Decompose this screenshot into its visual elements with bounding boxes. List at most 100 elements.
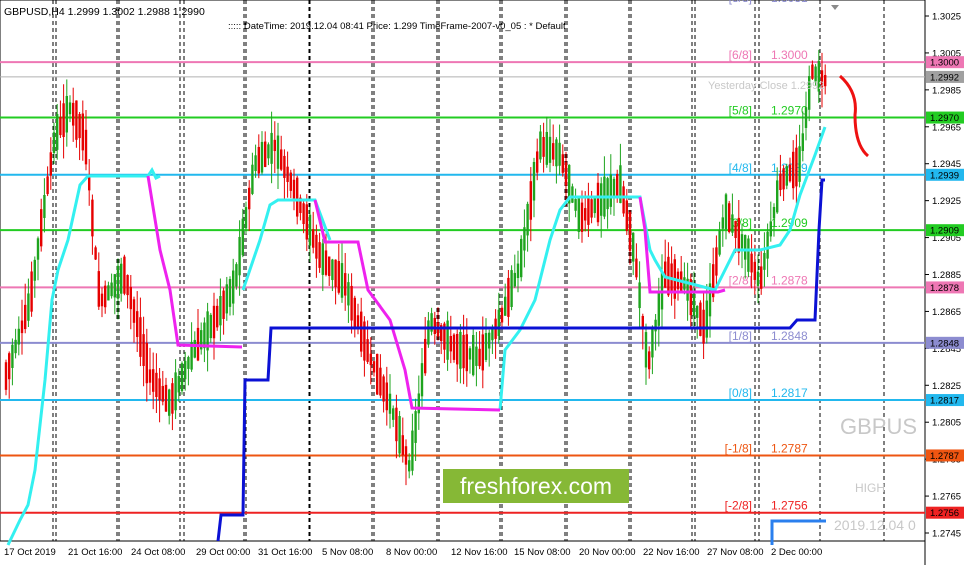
- candle-body: [744, 234, 747, 260]
- time-tick-label: 22 Nov 16:00: [643, 547, 700, 558]
- candle-body: [321, 243, 324, 275]
- candle-body: [782, 168, 785, 190]
- candle-body: [104, 285, 107, 308]
- candle-body: [692, 292, 696, 317]
- candle-body: [376, 353, 379, 395]
- candle-body: [564, 162, 568, 186]
- level-name: [5/8]: [729, 104, 752, 118]
- candle-body: [766, 231, 769, 259]
- candle-body: [129, 286, 132, 310]
- candle-body: [392, 408, 395, 420]
- candle-body: [366, 339, 369, 362]
- date-watermark: 2019.12.04 0: [834, 517, 916, 533]
- candle-body: [721, 217, 724, 229]
- candle-body: [276, 135, 280, 169]
- candle-body: [571, 186, 574, 203]
- candle-body: [747, 238, 750, 272]
- level-value: 1.2756: [771, 499, 808, 513]
- candle-body: [302, 203, 305, 225]
- yesterday-close-label: Yesterday Close 1.2992: [708, 80, 824, 92]
- candle-body: [625, 200, 628, 231]
- candle-body: [187, 357, 190, 369]
- candle-body: [606, 178, 609, 210]
- candle-body: [504, 296, 507, 316]
- candle-body: [616, 174, 619, 196]
- candle-body: [267, 144, 270, 159]
- candle-body: [414, 411, 417, 443]
- candle-body: [788, 164, 792, 182]
- level-price-tag-label: 1.2878: [930, 283, 959, 294]
- level-price-tag-label: 1.2939: [930, 170, 959, 181]
- candle-body: [100, 293, 104, 307]
- candle-body: [193, 339, 196, 358]
- candle-body: [340, 263, 344, 298]
- candle-body: [52, 132, 56, 154]
- candle-body: [523, 227, 526, 251]
- candle-body: [632, 232, 635, 262]
- candle-body: [315, 234, 318, 259]
- level-price-tag-label: 1.2756: [930, 508, 959, 519]
- candle-body: [68, 102, 72, 115]
- candle-body: [296, 177, 299, 217]
- candle-body: [212, 305, 216, 339]
- candle-body: [142, 334, 145, 366]
- time-tick-label: 24 Oct 08:00: [131, 547, 185, 558]
- candle-body: [478, 348, 481, 367]
- candle-body: [417, 393, 420, 414]
- candle-body: [398, 416, 401, 454]
- price-tick-label: 1.2925: [932, 196, 961, 207]
- candle-body: [180, 363, 184, 392]
- time-axis: 17 Oct 2019 21 Oct 16:00 24 Oct 08:00 29 Oc…: [4, 547, 822, 558]
- price-tick-label: 1.2825: [932, 381, 961, 392]
- candle-body: [731, 214, 734, 233]
- level-price-tag-label: 1.2817: [930, 396, 959, 407]
- current-price-tag-label: 1.2992: [930, 72, 959, 83]
- time-tick-label: 20 Nov 00:00: [579, 547, 636, 558]
- candle-body: [459, 331, 462, 369]
- candle-body: [4, 362, 8, 390]
- candle-body: [289, 172, 292, 191]
- candle-body: [40, 209, 43, 247]
- candle-body: [84, 129, 88, 165]
- candle-body: [148, 369, 152, 383]
- level-name: [0/8]: [729, 386, 752, 400]
- candle-body: [539, 131, 542, 160]
- price-tick-label: 1.2805: [932, 418, 961, 429]
- candle-body: [30, 271, 33, 312]
- candle-body: [590, 199, 593, 218]
- candle-body: [420, 363, 424, 397]
- candle-body: [584, 208, 587, 221]
- candle-body: [305, 204, 308, 240]
- candle-body: [280, 149, 283, 170]
- candle-body: [232, 270, 235, 304]
- candle-body: [97, 271, 100, 307]
- candle-body: [251, 164, 254, 194]
- candle-body: [244, 207, 248, 229]
- candle-body: [484, 333, 488, 360]
- candle-body: [347, 282, 350, 306]
- candle-body: [596, 182, 600, 223]
- candle-body: [520, 238, 523, 278]
- candle-body: [436, 322, 440, 337]
- price-tick-label: 1.2745: [932, 529, 961, 540]
- candle-body: [241, 218, 244, 256]
- candle-body: [360, 311, 363, 352]
- chart-canvas[interactable]: [8/8] 1.3031 [6/8] 1.3000 [5/8] 1.2970 [4/8] 1.…: [0, 0, 970, 565]
- candle-body: [772, 206, 776, 219]
- candle-body: [577, 198, 580, 232]
- candle-body: [750, 253, 753, 273]
- candle-body: [113, 274, 116, 298]
- candle-body: [574, 198, 577, 211]
- candle-body: [657, 290, 660, 326]
- time-tick-label: 21 Oct 16:00: [68, 547, 122, 558]
- level-value: 1.2878: [771, 273, 808, 287]
- candle-body: [558, 142, 561, 166]
- candle-body: [126, 275, 129, 296]
- candle-body: [456, 333, 459, 365]
- candle-body: [49, 152, 52, 176]
- candle-body: [472, 335, 475, 376]
- candle-body: [216, 305, 219, 328]
- level-name: [6/8]: [729, 48, 752, 62]
- price-chart[interactable]: [8/8] 1.3031 [6/8] 1.3000 [5/8] 1.2970 [4/8] 1.…: [0, 0, 970, 565]
- candle-body: [353, 297, 356, 328]
